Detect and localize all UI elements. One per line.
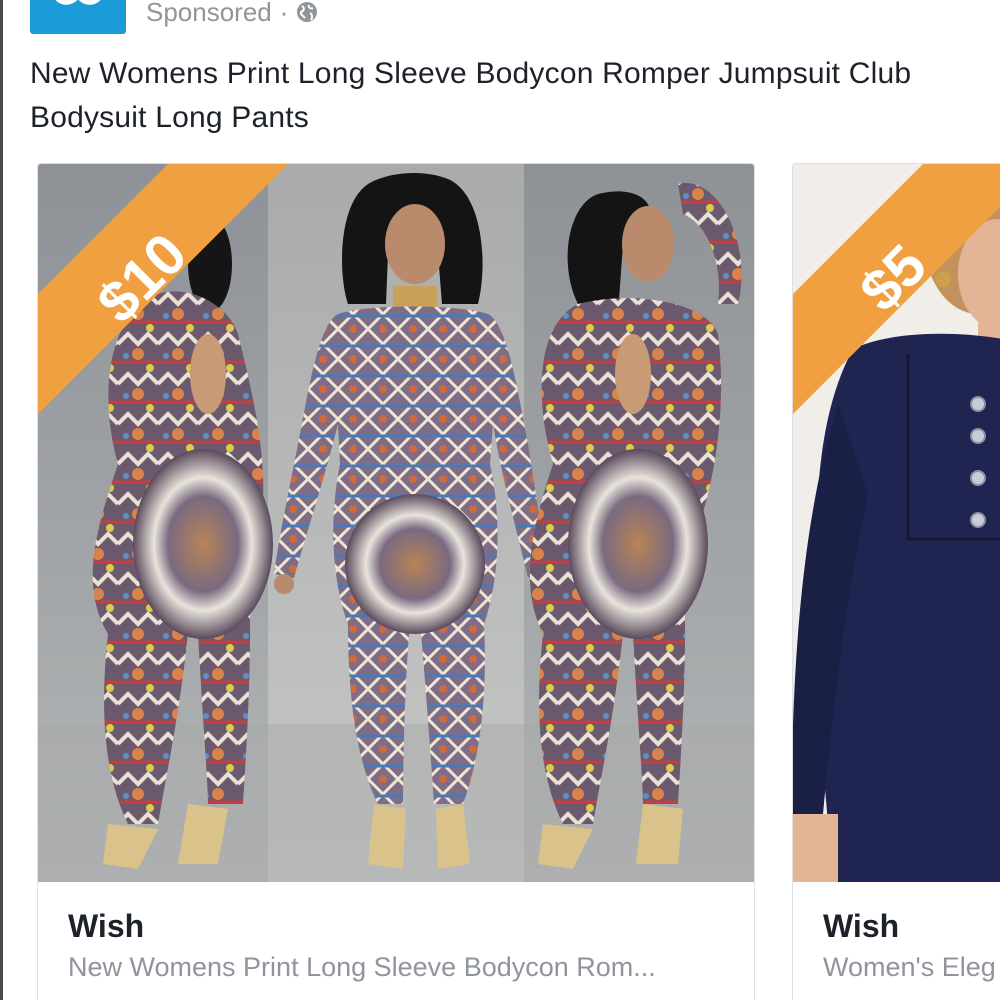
product-carousel: $10 Wish New Womens Print Long Sleeve Bo… [0, 163, 1000, 1000]
wish-logo-icon [55, 0, 101, 5]
jumpsuit-photo: $10 [38, 164, 754, 882]
sponsored-meta: Sponsored · [146, 0, 318, 30]
post-title: New Womens Print Long Sleeve Bodycon Rom… [30, 57, 912, 134]
product-description: Women's Eleg [823, 952, 996, 982]
store-name: Wish [823, 908, 900, 944]
product-image[interactable]: $10 [38, 164, 754, 882]
card-caption[interactable]: Wish New Womens Print Long Sleeve Bodyco… [38, 882, 754, 1000]
card-caption[interactable]: Wish Women's Eleg [793, 882, 1000, 1000]
meta-separator: · [279, 0, 289, 27]
carousel-card[interactable]: $5 Wish Women's Eleg [792, 163, 1000, 1000]
sponsored-label[interactable]: Sponsored [146, 0, 272, 28]
feed-page: Sponsored · New Womens Print Long Sleeve… [0, 0, 1000, 1000]
globe-icon[interactable] [296, 1, 318, 23]
post-header: Sponsored · [0, 0, 1000, 40]
store-name: Wish [68, 908, 145, 944]
carousel-card[interactable]: $10 Wish New Womens Print Long Sleeve Bo… [37, 163, 755, 1000]
advertiser-avatar[interactable] [30, 0, 126, 34]
navy-dress-photo: $5 [793, 164, 1000, 882]
product-image[interactable]: $5 [793, 164, 1000, 882]
product-description: New Womens Print Long Sleeve Bodycon Rom… [68, 952, 656, 982]
